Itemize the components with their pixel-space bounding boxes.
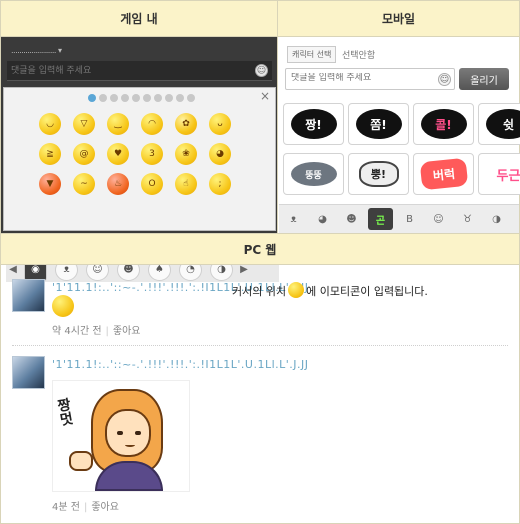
chevron-left-icon[interactable]: ◀ — [6, 264, 20, 275]
tongue-emoticon-icon[interactable]: ᴗ — [209, 113, 231, 135]
sticker-mouth — [125, 443, 135, 447]
sticker-tab-b[interactable]: B — [397, 208, 422, 230]
sticker-label: 쉿 — [485, 109, 520, 139]
post-button[interactable]: 올리기 — [459, 68, 509, 90]
sticker-tab-fox[interactable]: ☻ — [339, 208, 364, 230]
emoticon-picker: × ◡ ▽ ‿ ◠ ✿ ᴗ ≧ @ ♥ 3 ❀ ◕ ▼ ~ ♨ O ☝ ; ◀ … — [3, 87, 279, 282]
picker-page-dots — [88, 94, 195, 102]
comment-meta: 약 4시간 전 | 좋아요 — [52, 322, 141, 337]
thumbs-up-icon — [69, 451, 93, 471]
mobile-comment-input[interactable] — [291, 73, 431, 83]
page-dot[interactable] — [132, 94, 140, 102]
wink-emoticon-icon[interactable]: ‿ — [107, 113, 129, 135]
game-comment-input[interactable] — [11, 64, 241, 78]
like-button[interactable]: 좋아요 — [113, 326, 141, 337]
page-dot[interactable] — [176, 94, 184, 102]
sticker-tab-cat[interactable]: ◕ — [310, 208, 335, 230]
sticker-label: 짱! — [290, 109, 337, 139]
sad-emoticon-icon[interactable]: ; — [209, 173, 231, 195]
comment-text: 커서의 위치 에 이모티콘이 입력됩니다. — [232, 282, 428, 299]
game-comment-row: ☺ — [7, 61, 272, 81]
page-dot[interactable] — [154, 94, 162, 102]
sticker-eye — [135, 431, 141, 435]
character-sticker-image: 짱 멋 — [52, 380, 190, 492]
avatar[interactable] — [12, 356, 45, 389]
sticker-label: 뚱뚱 — [290, 162, 337, 186]
sticker-eye — [117, 431, 123, 435]
comment-divider — [12, 345, 508, 346]
dizzy-emoticon-icon[interactable]: @ — [73, 143, 95, 165]
sticker-label: 뿡! — [358, 161, 399, 187]
smile-emoticon-icon[interactable]: ◡ — [39, 113, 61, 135]
page-dot[interactable] — [99, 94, 107, 102]
sticker-label: 콜! — [420, 109, 467, 139]
shy-emoticon-icon[interactable]: ◕ — [209, 143, 231, 165]
mobile-panel: 캐릭터 선택 선택안함 ☺ 올리기 짱! 쫌! 콜! 쉿 뚱뚱 뿡! 버럭 두근… — [279, 37, 520, 233]
comment-username[interactable]: '1'11.1!:..'::~-.'.!!!'.!!!.':.!I1L1L'.U… — [52, 358, 309, 371]
comment-text-after: 에 이모티콘이 입력됩니다. — [306, 285, 428, 298]
character-none-option[interactable]: 선택안함 — [342, 48, 375, 61]
flower-emoticon-icon[interactable]: ✿ — [175, 113, 197, 135]
thumbs-emoticon-icon[interactable]: ☝ — [175, 173, 197, 195]
sticker-tab-more[interactable]: ◑ — [484, 208, 509, 230]
comment-text-before: 커서의 위치 — [232, 285, 287, 298]
sticker-label: 버럭 — [419, 157, 468, 191]
mobile-sticker-tabbar: ᴥ ◕ ☻ 곤 B ☺ ♉ ◑ — [279, 204, 519, 233]
emoticon-grid: ◡ ▽ ‿ ◠ ✿ ᴗ ≧ @ ♥ 3 ❀ ◕ ▼ ~ ♨ O ☝ ; — [39, 113, 231, 195]
laugh-emoticon-icon[interactable]: ≧ — [39, 143, 61, 165]
kiss-emoticon-icon[interactable]: 3 — [141, 143, 163, 165]
sticker-item[interactable]: 콜! — [413, 103, 474, 145]
chevron-right-icon[interactable]: ▶ — [237, 264, 251, 275]
close-icon[interactable]: × — [260, 90, 270, 102]
avatar[interactable] — [12, 279, 45, 312]
sticker-item[interactable]: 뚱뚱 — [283, 153, 344, 195]
mobile-sticker-grid: 짱! 쫌! 콜! 쉿 뚱뚱 뿡! 버럭 두근 — [283, 103, 520, 195]
sticker-caption: 짱 멋 — [56, 397, 75, 429]
happy-emoticon-icon[interactable]: ◠ — [141, 113, 163, 135]
love-emoticon-icon[interactable]: ♥ — [107, 143, 129, 165]
mobile-section-header: 모바일 — [278, 1, 519, 37]
sticker-item[interactable]: 두근 — [478, 153, 520, 195]
emoticon-toggle-icon[interactable]: ☺ — [438, 73, 451, 86]
page-dot[interactable] — [143, 94, 151, 102]
sticker-tab-goat[interactable]: ♉ — [455, 208, 480, 230]
sticker-item[interactable]: 버럭 — [413, 153, 474, 195]
sticker-tab-dog[interactable]: ᴥ — [281, 208, 306, 230]
game-section-header: 게임 내 — [1, 1, 278, 37]
shock-emoticon-icon[interactable]: O — [141, 173, 163, 195]
game-panel: ...................... ▾ ☺ × ◡ ▽ ‿ ◠ ✿ ᴗ… — [1, 37, 279, 282]
sticker-item[interactable]: 쫌! — [348, 103, 409, 145]
sticker-item[interactable]: 뿡! — [348, 153, 409, 195]
game-username-dropdown[interactable]: ...................... ▾ — [11, 46, 62, 55]
smile-emoticon-icon — [52, 295, 74, 317]
sticker-tab-face[interactable]: ☺ — [426, 208, 451, 230]
comment-meta: 4분 전 | 좋아요 — [52, 498, 119, 513]
like-button[interactable]: 좋아요 — [91, 502, 119, 513]
flower-emoticon-icon — [288, 282, 305, 298]
page-dot[interactable] — [121, 94, 129, 102]
pc-section-header: PC 웹 — [1, 233, 519, 265]
meta-separator: | — [83, 502, 88, 513]
smirk-emoticon-icon[interactable]: ~ — [73, 173, 95, 195]
meta-separator: | — [105, 326, 109, 337]
comment-time: 4분 전 — [52, 502, 80, 513]
rose-emoticon-icon[interactable]: ❀ — [175, 143, 197, 165]
grin-emoticon-icon[interactable]: ▽ — [73, 113, 95, 135]
sticker-label: 두근 — [496, 168, 520, 184]
sticker-face — [105, 409, 151, 457]
page-dot[interactable] — [187, 94, 195, 102]
fire-emoticon-icon[interactable]: ♨ — [107, 173, 129, 195]
comment-time: 약 4시간 전 — [52, 326, 102, 337]
mobile-comment-field: ☺ — [285, 68, 455, 90]
sticker-item[interactable]: 짱! — [283, 103, 344, 145]
emoticon-toggle-icon[interactable]: ☺ — [255, 64, 268, 77]
page-dot[interactable] — [110, 94, 118, 102]
sticker-tab-text[interactable]: 곤 — [368, 208, 393, 230]
sticker-item[interactable]: 쉿 — [478, 103, 520, 145]
angry-emoticon-icon[interactable]: ▼ — [39, 173, 61, 195]
sticker-label: 쫌! — [355, 109, 402, 139]
page-dot[interactable] — [165, 94, 173, 102]
page-dot-active[interactable] — [88, 94, 96, 102]
character-select-tab[interactable]: 캐릭터 선택 — [287, 46, 337, 63]
